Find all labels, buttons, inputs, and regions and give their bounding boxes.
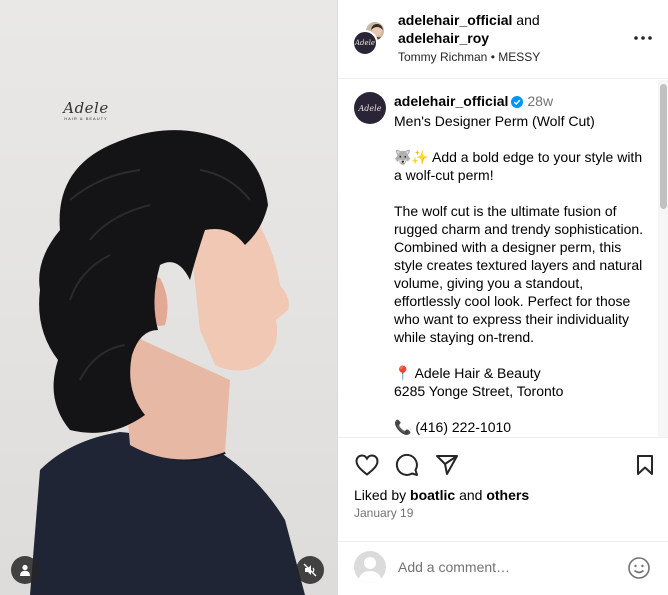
emoji-smile-icon [628,557,650,579]
likes-prefix: Liked by [354,487,407,503]
emoji-button[interactable] [627,556,651,580]
save-button[interactable] [632,452,658,478]
share-button[interactable] [434,452,460,478]
heart-icon [355,454,379,476]
caption-time[interactable]: 28w [527,93,553,109]
salon-logo: Adele HAIR & BEAUTY [60,100,112,121]
audio-track[interactable]: MESSY [498,50,540,64]
action-row [354,452,654,478]
caption-hook: 🐺✨ Add a bold edge to your style with a … [394,149,643,183]
default-avatar-icon [358,557,382,583]
share-icon [436,455,458,475]
likes-and: and [459,487,483,503]
likes-user[interactable]: boatlic [410,487,455,503]
location-pin-icon: 📍 [394,365,412,381]
caption-body: adelehair_official 28w Men's Designer Per… [394,92,644,436]
salon-logo-subtext: HAIR & BEAUTY [64,116,108,121]
likes-others[interactable]: others [486,487,529,503]
like-button[interactable] [354,452,380,478]
verified-badge-icon [511,94,524,112]
caption-address: 6285 Yonge Street, Toronto [394,383,564,399]
caption-location: 📍 Adele Hair & Beauty [394,364,644,382]
more-horizontal-icon [634,36,652,40]
comment-composer [338,541,668,595]
tag-button[interactable] [11,556,39,584]
audio-separator: • [490,50,495,64]
avatar-adelehair-official[interactable]: Adele [352,30,378,56]
current-user-avatar[interactable] [354,551,386,583]
mute-button[interactable] [296,556,324,584]
caption-username[interactable]: adelehair_official [394,93,508,109]
bookmark-icon [637,455,653,475]
audio-attribution[interactable]: Tommy Richman • MESSY [398,48,540,66]
comment-icon [395,453,418,476]
caption-scrollbar[interactable] [660,84,667,209]
audio-artist[interactable]: Tommy Richman [398,50,487,64]
header-username-2[interactable]: adelehair_roy [398,29,540,47]
caption-area[interactable]: Adele adelehair_official 28w Men's Design… [338,80,668,438]
person-tag-icon [20,564,30,576]
header-joiner: and [516,12,540,28]
post-actions: Liked by boatlic and others January 19 [338,438,668,595]
post-photo [30,130,305,595]
caption-phone: 📞 (416) 222-1010 [394,419,512,435]
salon-logo-text: Adele [63,99,109,117]
location-name: Adele Hair & Beauty [414,365,541,381]
comment-button[interactable] [394,452,420,478]
post-header: Adele adelehair_official and adelehair_r… [338,0,668,79]
speaker-muted-icon [303,563,317,577]
header-username-1[interactable]: adelehair_official [398,12,512,28]
collab-avatars[interactable]: Adele [352,20,388,58]
comment-input[interactable] [398,558,618,576]
more-options-button[interactable] [631,28,655,48]
post-date[interactable]: January 19 [354,505,413,521]
post-media[interactable]: Adele HAIR & BEAUTY [0,0,337,595]
avatar-logo-text: Adele [354,39,376,47]
likes-summary[interactable]: Liked by boatlic and others [354,486,529,504]
caption-avatar-logo: Adele [358,103,382,113]
caption-description: The wolf cut is the ultimate fusion of r… [394,203,644,345]
post-header-text: adelehair_official and adelehair_roy Tom… [398,11,540,66]
caption-avatar[interactable]: Adele [354,92,386,124]
caption-title: Men's Designer Perm (Wolf Cut) [394,113,595,129]
post-panel: Adele adelehair_official and adelehair_r… [337,0,668,595]
